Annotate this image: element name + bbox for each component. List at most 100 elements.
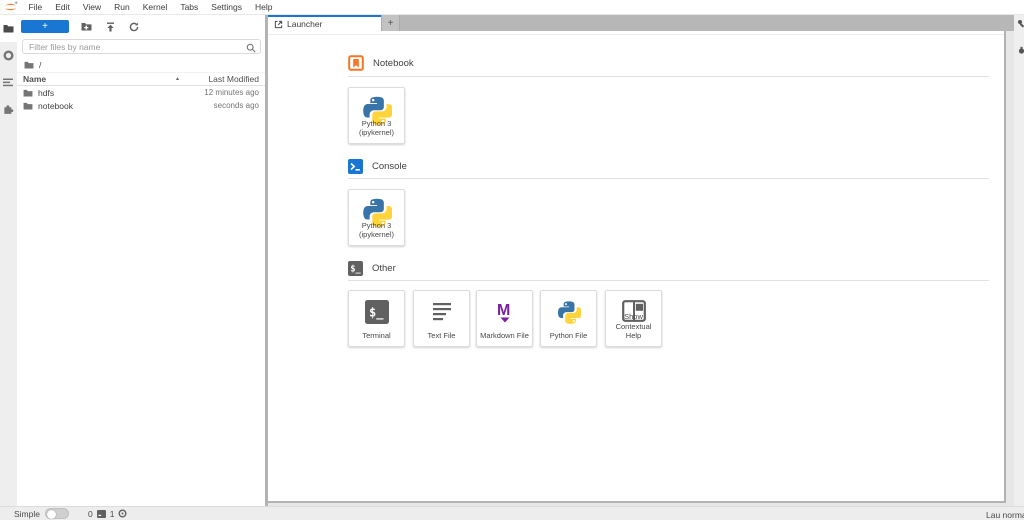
menu-file[interactable]: File (22, 0, 49, 14)
text-file-icon (414, 300, 469, 324)
card-label: Python 3 (ipykernel) (351, 119, 402, 139)
table-of-contents-icon (3, 78, 14, 87)
menu-tabs[interactable]: Tabs (174, 0, 205, 14)
column-header-modified[interactable]: Last Modified (189, 74, 259, 84)
launcher-card-console-python3[interactable]: Python 3 (ipykernel) (348, 189, 405, 246)
divider (348, 178, 989, 179)
plus-icon: + (388, 18, 394, 29)
card-label: Text File (416, 331, 467, 341)
terminal-icon: $_ (349, 300, 404, 324)
launcher-card-notebook-python3[interactable]: Python 3 (ipykernel) (348, 87, 405, 144)
file-name: notebook (38, 101, 73, 111)
section-title: Notebook (373, 58, 414, 69)
breadcrumb: / (17, 57, 265, 72)
sidebar-tab-filebrowser[interactable] (0, 15, 17, 42)
new-tab-button[interactable]: + (381, 15, 400, 31)
file-modified: 12 minutes ago (59, 88, 259, 97)
file-name: hdfs (38, 88, 54, 98)
menu-edit[interactable]: Edit (49, 0, 77, 14)
card-label: Terminal (351, 331, 402, 341)
launcher-card-contextual-help[interactable]: Show Contextual Help (605, 290, 662, 347)
svg-text:M: M (497, 302, 510, 319)
filter-files-input[interactable] (23, 40, 260, 53)
console-icon (348, 159, 363, 174)
divider (348, 280, 989, 281)
status-right-text: Lau norma (986, 510, 1024, 520)
extension-manager-icon (3, 104, 14, 115)
file-modified: seconds ago (78, 101, 259, 110)
simple-mode-label: Simple (14, 509, 40, 519)
file-row-hdfs[interactable]: hdfs 12 minutes ago (17, 86, 265, 99)
divider (268, 34, 1004, 35)
card-label: Python File (543, 331, 594, 341)
sidebar-tab-running[interactable] (0, 42, 17, 69)
menu-bar: File Edit View Run Kernel Tabs Settings … (0, 0, 1024, 15)
launcher-card-text-file[interactable]: Text File (413, 290, 470, 347)
section-header-notebook: Notebook (348, 55, 414, 71)
menu-settings[interactable]: Settings (205, 0, 249, 14)
sort-caret-icon: ▲ (175, 76, 189, 82)
column-header-name[interactable]: Name (23, 74, 175, 84)
launcher-card-python-file[interactable]: Python File (540, 290, 597, 347)
notebook-icon (348, 55, 364, 71)
divider (348, 76, 989, 77)
breadcrumb-root[interactable]: / (39, 60, 41, 70)
launcher-card-terminal[interactable]: $_ Terminal (348, 290, 405, 347)
menu-help[interactable]: Help (249, 0, 279, 14)
section-title: Other (372, 263, 396, 274)
folder-icon (23, 89, 33, 97)
tab-bar: Launcher + (268, 15, 1014, 31)
kernel-terminal-counts[interactable]: 0 1 (88, 509, 127, 519)
refresh-icon (129, 22, 139, 32)
card-label: Python 3 (ipykernel) (351, 221, 402, 241)
right-sidebar (1014, 15, 1024, 506)
card-label: Markdown File (479, 331, 530, 341)
home-folder-icon[interactable] (24, 61, 34, 69)
upload-button[interactable] (98, 22, 122, 32)
markdown-icon: M (477, 300, 532, 324)
launcher-card-markdown-file[interactable]: M Markdown File (476, 290, 533, 347)
sidebar-tab-extensions[interactable] (0, 96, 17, 123)
sidebar-tab-toc[interactable] (0, 69, 17, 96)
folder-icon (3, 24, 14, 33)
new-launcher-button[interactable]: + (21, 20, 69, 33)
section-title: Console (372, 161, 407, 172)
file-list-header: Name ▲ Last Modified (17, 72, 265, 86)
python-logo-icon (541, 300, 596, 324)
simple-mode-toggle[interactable] (45, 508, 69, 519)
jupyter-logo-icon (3, 1, 18, 13)
svg-text:$_: $_ (350, 264, 361, 274)
menu-view[interactable]: View (76, 0, 107, 14)
section-header-other: $_ Other (348, 260, 396, 276)
svg-text:$_: $_ (369, 306, 384, 321)
main-dock: Launcher + Notebook Python 3 (ipykernel) (268, 15, 1014, 506)
card-label: Show Contextual Help (608, 312, 659, 341)
new-folder-button[interactable] (74, 22, 98, 31)
file-browser-panel: + (17, 15, 265, 506)
refresh-button[interactable] (122, 22, 146, 32)
kernel-count-icon (118, 509, 127, 518)
folder-icon (23, 102, 33, 110)
terminal-icon: $_ (348, 261, 363, 276)
search-icon (246, 43, 256, 53)
file-browser-toolbar: + (17, 15, 265, 38)
terminal-count: 0 (88, 509, 93, 519)
terminal-count-icon (97, 510, 106, 518)
menu-kernel[interactable]: Kernel (136, 0, 174, 14)
status-bar: Simple 0 1 Lau norma (0, 506, 1024, 520)
filter-files-input-wrap (22, 39, 261, 54)
upload-icon (106, 22, 115, 32)
left-sidebar (0, 15, 17, 506)
running-sessions-icon (3, 50, 14, 61)
file-row-notebook[interactable]: notebook seconds ago (17, 99, 265, 112)
tab-launcher[interactable]: Launcher (268, 15, 381, 31)
property-inspector-icon[interactable] (1017, 19, 1024, 28)
menu-run[interactable]: Run (108, 0, 137, 14)
launcher-icon (274, 20, 283, 29)
section-header-console: Console (348, 158, 407, 174)
kernel-count: 1 (110, 509, 115, 519)
toggle-knob (47, 510, 56, 519)
launcher-panel: Notebook Python 3 (ipykernel) Console (268, 31, 1006, 503)
tab-label: Launcher (287, 19, 322, 29)
debugger-icon[interactable] (1017, 46, 1024, 55)
